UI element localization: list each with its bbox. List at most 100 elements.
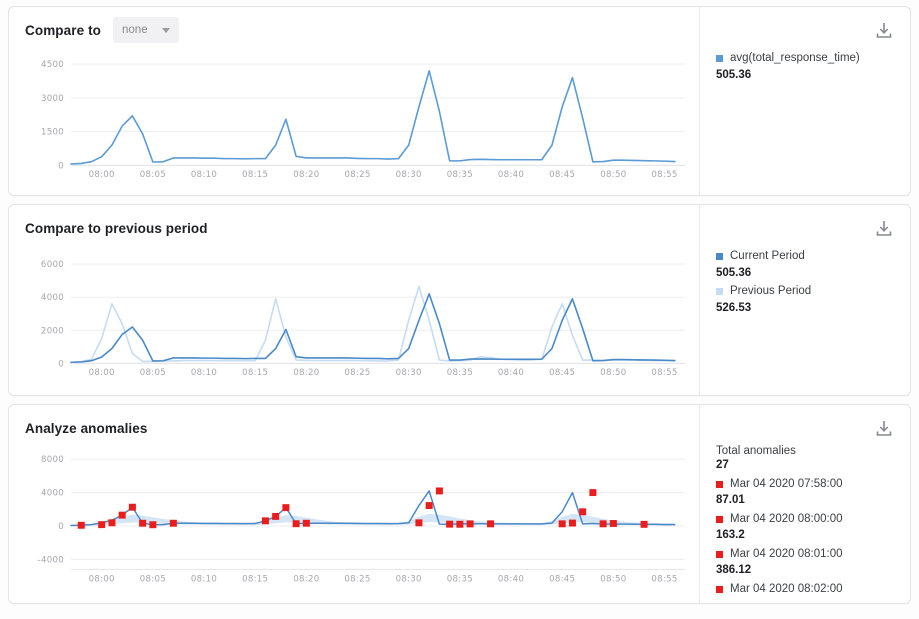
legend-list: Current Period 505.36 Previous Period 52… xyxy=(716,249,898,316)
svg-text:08:40: 08:40 xyxy=(498,574,524,584)
svg-text:08:15: 08:15 xyxy=(242,368,268,378)
svg-text:8000: 8000 xyxy=(41,455,64,465)
svg-text:08:45: 08:45 xyxy=(549,574,575,584)
legend-item-value: 505.36 xyxy=(716,266,898,282)
svg-text:08:30: 08:30 xyxy=(396,574,422,584)
svg-text:0: 0 xyxy=(58,161,64,171)
legend-item[interactable]: Mar 04 2020 08:00:00 xyxy=(716,512,898,528)
svg-text:08:35: 08:35 xyxy=(447,368,473,378)
legend-item-value: 526.53 xyxy=(716,301,898,317)
legend-item[interactable]: Mar 04 2020 08:01:00 xyxy=(716,547,898,563)
total-anomalies-label: Total anomalies xyxy=(716,445,898,457)
svg-text:08:10: 08:10 xyxy=(191,574,217,584)
legend-item[interactable]: avg(total_response_time) xyxy=(716,51,898,67)
svg-text:08:15: 08:15 xyxy=(242,170,268,180)
legend-swatch-icon xyxy=(716,481,723,488)
legend-item[interactable]: Mar 04 2020 07:58:00 xyxy=(716,477,898,493)
svg-text:08:50: 08:50 xyxy=(600,170,626,180)
panel-compare-to-previous-period: Compare to previous period 0 2000 4000 6000… xyxy=(8,204,911,396)
svg-text:-4000: -4000 xyxy=(38,555,64,565)
svg-text:1500: 1500 xyxy=(41,128,64,138)
svg-text:08:25: 08:25 xyxy=(344,574,370,584)
legend-list: avg(total_response_time) 505.36 xyxy=(716,51,898,83)
panel-anomalies-chart-area: Analyze anomalies -4000 0 4000 8000 08:00 08:… xyxy=(9,405,699,603)
download-icon[interactable] xyxy=(874,419,894,439)
svg-text:08:05: 08:05 xyxy=(140,170,166,180)
chart-compare-to-previous-period: 020004000600008:0008:0508:1008:1508:2008… xyxy=(9,239,699,395)
legend-swatch-icon xyxy=(716,586,723,593)
svg-text:4000: 4000 xyxy=(41,489,64,499)
svg-text:08:40: 08:40 xyxy=(498,368,524,378)
total-anomalies-value: 27 xyxy=(716,458,898,474)
svg-text:3000: 3000 xyxy=(41,94,64,104)
panel-previous-period-chart-area: Compare to previous period 0 2000 4000 6000… xyxy=(9,205,699,395)
svg-text:08:05: 08:05 xyxy=(140,574,166,584)
panel-compare-to-header: Compare to none xyxy=(9,7,699,41)
page-title: Analyze anomalies xyxy=(25,421,148,436)
panel-anomalies-header: Analyze anomalies xyxy=(9,405,699,439)
legend-item-value: 386.12 xyxy=(716,563,898,579)
legend-item-label: Mar 04 2020 08:01:00 xyxy=(730,547,843,563)
legend-item-label: Mar 04 2020 08:02:00 xyxy=(730,582,843,598)
legend-list: Total anomalies 27 Mar 04 2020 07:58:00 … xyxy=(716,445,898,597)
legend-item-label: Current Period xyxy=(730,249,805,265)
svg-text:08:20: 08:20 xyxy=(293,368,319,378)
panel-previous-period-legend: Current Period 505.36 Previous Period 52… xyxy=(699,205,910,395)
legend-swatch-icon xyxy=(716,55,723,62)
svg-text:08:15: 08:15 xyxy=(242,574,268,584)
svg-text:4500: 4500 xyxy=(41,60,64,70)
legend-item-value: 87.01 xyxy=(716,493,898,509)
panel-compare-to: Compare to none 015003000450008:0008:050… xyxy=(8,6,911,196)
svg-text:2000: 2000 xyxy=(41,326,64,336)
svg-text:08:25: 08:25 xyxy=(344,368,370,378)
legend-item[interactable]: Current Period xyxy=(716,249,898,265)
panel-anomalies-legend: Total anomalies 27 Mar 04 2020 07:58:00 … xyxy=(699,405,910,603)
svg-text:08:55: 08:55 xyxy=(651,368,677,378)
svg-text:08:45: 08:45 xyxy=(549,368,575,378)
panel-compare-to-legend: avg(total_response_time) 505.36 xyxy=(699,7,910,195)
svg-text:08:25: 08:25 xyxy=(344,170,370,180)
svg-text:08:00: 08:00 xyxy=(89,170,115,180)
svg-text:08:40: 08:40 xyxy=(498,170,524,180)
svg-text:08:20: 08:20 xyxy=(293,574,319,584)
svg-text:08:00: 08:00 xyxy=(89,574,115,584)
svg-text:08:35: 08:35 xyxy=(447,170,473,180)
legend-item-label: Mar 04 2020 08:00:00 xyxy=(730,512,843,528)
svg-text:6000: 6000 xyxy=(41,260,64,270)
panel-compare-to-chart-area: Compare to none 015003000450008:0008:050… xyxy=(9,7,699,195)
page-title: Compare to xyxy=(25,23,101,38)
svg-text:0: 0 xyxy=(58,522,64,532)
legend-item-value: 505.36 xyxy=(716,68,898,84)
download-icon[interactable] xyxy=(874,219,894,239)
svg-text:08:55: 08:55 xyxy=(651,574,677,584)
svg-text:08:30: 08:30 xyxy=(396,170,422,180)
panel-previous-period-header: Compare to previous period xyxy=(9,205,699,239)
svg-text:0: 0 xyxy=(58,359,64,369)
chart-compare-to: 0 1500 3000 4500 08:00 08:05 08:10 08:15 08:20 08… xyxy=(9,41,699,195)
svg-text:08:00: 08:00 xyxy=(89,368,115,378)
panel-analyze-anomalies: Analyze anomalies -4000 0 4000 8000 08:00 08:… xyxy=(8,404,911,604)
svg-text:08:10: 08:10 xyxy=(191,170,217,180)
legend-item[interactable]: Previous Period xyxy=(716,284,898,300)
svg-text:4000: 4000 xyxy=(41,293,64,303)
compare-to-dropdown[interactable]: none xyxy=(113,17,179,43)
svg-text:08:35: 08:35 xyxy=(447,574,473,584)
legend-item-label: avg(total_response_time) xyxy=(730,51,860,67)
download-icon[interactable] xyxy=(874,21,894,41)
svg-text:08:45: 08:45 xyxy=(549,170,575,180)
legend-swatch-icon xyxy=(716,551,723,558)
legend-item-label: Previous Period xyxy=(730,284,811,300)
legend-swatch-icon xyxy=(716,288,723,295)
legend-swatch-icon xyxy=(716,253,723,260)
svg-text:08:20: 08:20 xyxy=(293,170,319,180)
legend-item-label: Mar 04 2020 07:58:00 xyxy=(730,477,843,493)
legend-item-value: 163.2 xyxy=(716,528,898,544)
svg-text:08:50: 08:50 xyxy=(600,368,626,378)
svg-text:08:30: 08:30 xyxy=(396,368,422,378)
dashboard-page: Compare to none 015003000450008:0008:050… xyxy=(0,0,919,619)
compare-to-dropdown-value: none xyxy=(122,24,148,36)
chart-analyze-anomalies: -4000 0 4000 8000 08:00 08:05 08:10 08:15 08:20 0… xyxy=(9,439,699,603)
legend-item[interactable]: Mar 04 2020 08:02:00 xyxy=(716,582,898,598)
svg-text:08:05: 08:05 xyxy=(140,368,166,378)
chevron-down-icon xyxy=(162,28,170,33)
